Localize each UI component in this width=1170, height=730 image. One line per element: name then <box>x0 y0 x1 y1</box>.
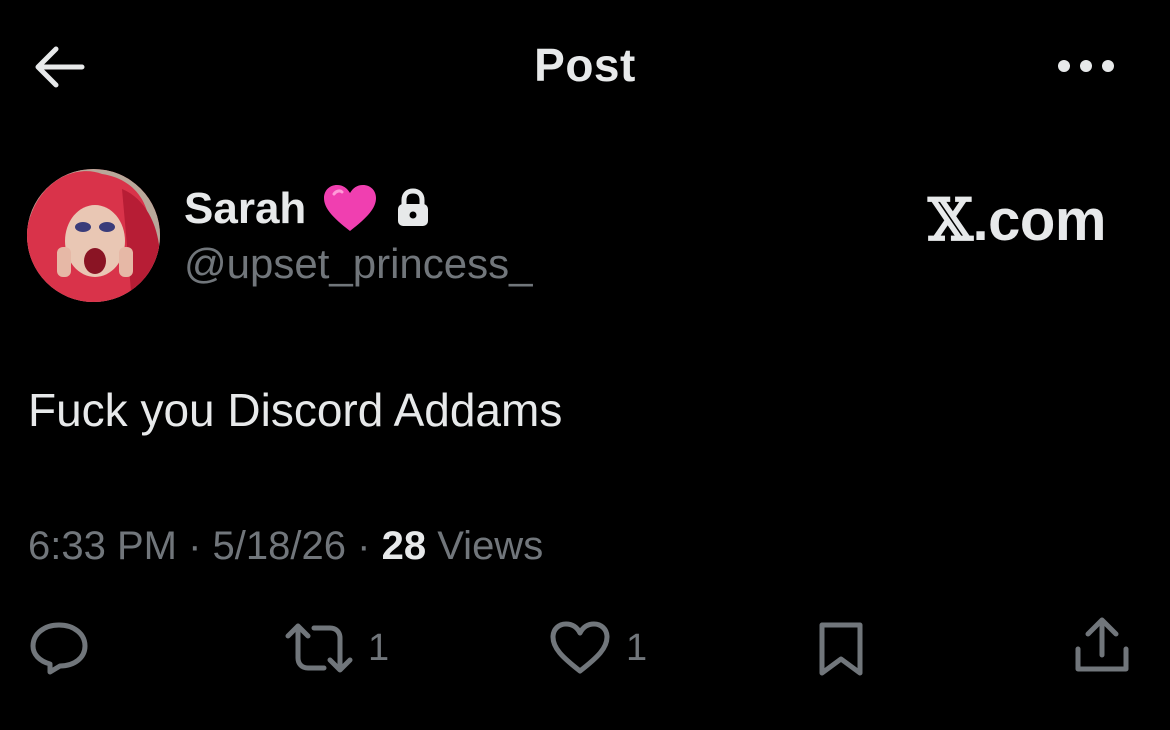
x-logo-icon: 𝕏 <box>928 186 973 254</box>
lock-icon <box>394 188 432 228</box>
avatar[interactable] <box>27 169 160 302</box>
more-dots-icon <box>1058 60 1114 72</box>
post-text: Fuck you Discord Addams <box>28 384 563 436</box>
post-date: 5/18/26 <box>212 524 347 568</box>
heart-outline-icon <box>550 621 610 674</box>
reply-icon <box>30 622 88 675</box>
user-handle[interactable]: @upset_princess_ <box>184 240 533 288</box>
page-title: Post <box>534 39 636 91</box>
like-button[interactable]: 1 <box>548 618 647 678</box>
share-icon <box>1075 617 1129 672</box>
meta-separator: · <box>357 524 371 568</box>
pink-heart-icon <box>322 184 378 234</box>
source-watermark: 𝕏.com <box>928 186 1106 254</box>
repost-icon <box>285 623 353 673</box>
share-button[interactable] <box>1070 616 1134 676</box>
meta-separator: · <box>188 524 202 568</box>
bookmark-icon <box>819 622 863 676</box>
bookmark-button[interactable] <box>814 618 868 678</box>
post-time: 6:33 PM <box>28 524 177 568</box>
post-metadata: 6:33 PM · 5/18/26 · 28 Views <box>28 524 543 569</box>
repost-count: 1 <box>368 626 390 669</box>
views-count[interactable]: 28 <box>382 524 427 568</box>
more-options-button[interactable] <box>1054 52 1118 80</box>
views-label[interactable]: Views <box>437 524 543 568</box>
repost-button[interactable]: 1 <box>284 618 389 678</box>
source-domain: .com <box>972 188 1107 253</box>
like-count: 1 <box>626 626 648 669</box>
display-name[interactable]: Sarah <box>184 184 306 234</box>
reply-button[interactable] <box>28 618 104 678</box>
avatar-image <box>27 169 160 302</box>
